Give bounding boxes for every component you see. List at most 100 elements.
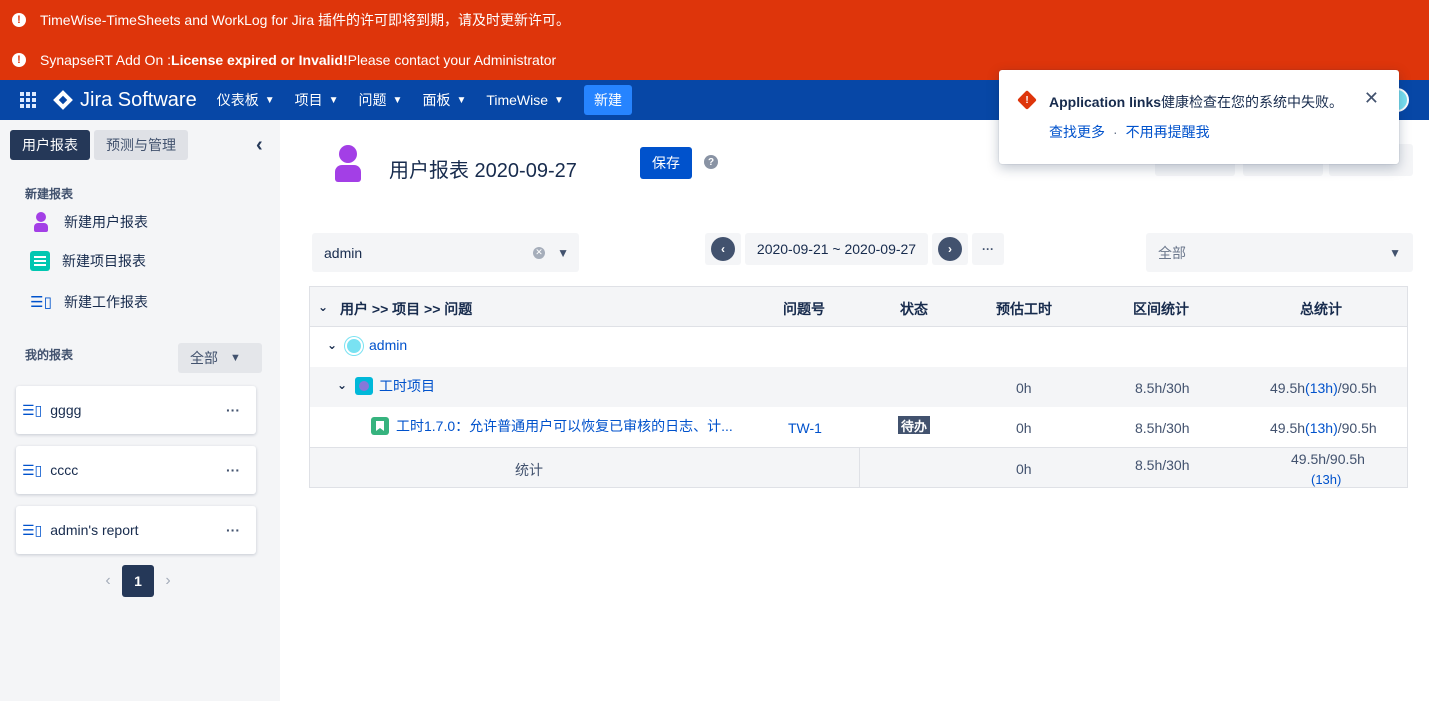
total-sum-range[interactable]: (13h) xyxy=(1311,472,1341,487)
header-total: 总统计 xyxy=(1300,301,1342,317)
user-name[interactable]: admin xyxy=(369,337,407,353)
work-report-icon: ☰▯ xyxy=(22,461,43,478)
report-card[interactable]: ☰▯ admin's report ··· xyxy=(16,506,256,554)
nav-label: 项目 xyxy=(294,92,323,108)
separator: · xyxy=(1113,124,1118,140)
find-more-link[interactable]: 查找更多 xyxy=(1049,122,1105,142)
total-range-link[interactable]: (13h) xyxy=(1305,420,1338,436)
user-select[interactable]: admin ✕ ▼ xyxy=(312,233,579,272)
collapse-all-icon[interactable]: ⌄ xyxy=(318,300,328,314)
banner-prefix: SynapseRT Add On : xyxy=(40,52,172,68)
new-work-report[interactable]: ☰▯ 新建工作报表 xyxy=(30,291,148,313)
tab-forecast-management[interactable]: 预测与管理 xyxy=(94,130,188,160)
new-report-title: 新建报表 xyxy=(25,187,74,201)
project-avatar xyxy=(355,377,373,395)
current-page[interactable]: 1 xyxy=(122,565,154,597)
chevron-left-icon[interactable]: ‹ xyxy=(711,237,735,261)
project-range: 8.5h/30h xyxy=(1135,380,1190,396)
chevron-down-icon: ▼ xyxy=(392,94,403,106)
chevron-down-icon: ▼ xyxy=(456,94,467,106)
new-project-report[interactable]: 新建项目报表 xyxy=(30,251,146,271)
nav-dashboards[interactable]: 仪表板 ▼ xyxy=(217,90,275,110)
total-range-link[interactable]: (13h) xyxy=(1305,380,1338,396)
nav-timewise[interactable]: TimeWise ▼ xyxy=(486,92,564,108)
nav-boards[interactable]: 面板 ▼ xyxy=(422,90,466,110)
clear-icon[interactable]: ✕ xyxy=(533,246,545,259)
sidebar-tabs: 用户报表 预测与管理 xyxy=(10,130,192,160)
tab-user-report[interactable]: 用户报表 xyxy=(10,130,90,160)
jira-logo[interactable]: Jira Software xyxy=(53,89,197,112)
sidebar: 用户报表 预测与管理 ‹ 新建报表 新建用户报表 新建项目报表 ☰▯ 新建工作报… xyxy=(0,120,280,701)
scope-select[interactable]: 全部 ▼ xyxy=(1146,233,1413,272)
flag-title-bold: Application links xyxy=(1049,94,1162,110)
report-card[interactable]: ☰▯ gggg ··· xyxy=(16,386,256,434)
collapse-sidebar-icon[interactable]: ‹ xyxy=(256,134,263,157)
project-total: 49.5h(13h)/90.5h xyxy=(1270,380,1377,396)
pagination: ‹ 1 › xyxy=(96,565,180,597)
divider xyxy=(859,448,860,488)
page-title: 用户报表 2020-09-27 xyxy=(389,160,577,182)
issue-estimate: 0h xyxy=(1016,420,1032,436)
table-header: ⌄ 用户 >> 项目 >> 问题 问题号 状态 预估工时 区间统计 总统计 xyxy=(310,287,1407,327)
total-sum: 49.5h/90.5h xyxy=(1291,451,1365,467)
save-button[interactable]: 保存 xyxy=(640,147,692,179)
banner-bold: License expired or Invalid! xyxy=(171,52,348,68)
chevron-down-icon: ▼ xyxy=(554,94,564,106)
prev-page-icon[interactable]: ‹ xyxy=(96,572,120,590)
issue-summary[interactable]: 工时1.7.0：允许普通用户可以恢复已审核的日志、计... xyxy=(396,416,733,436)
create-button[interactable]: 新建 xyxy=(583,85,632,115)
app-switcher-icon[interactable] xyxy=(20,92,36,108)
report-name: admin's report xyxy=(50,522,139,538)
chevron-right-icon[interactable]: › xyxy=(938,237,962,261)
chevron-down-icon[interactable]: ⌄ xyxy=(327,338,337,352)
project-report-icon xyxy=(30,251,50,271)
work-report-icon: ☰▯ xyxy=(30,294,52,311)
chevron-down-icon: ▼ xyxy=(328,94,339,106)
flag-title-rest: 健康检查在您的系统中失败。 xyxy=(1161,94,1344,110)
close-icon[interactable]: ✕ xyxy=(1364,88,1379,109)
nav-issues[interactable]: 问题 ▼ xyxy=(359,90,403,110)
total-value: 49.5h xyxy=(1270,380,1306,396)
total-max: /90.5h xyxy=(1337,380,1377,396)
table-row-user: ⌄ admin xyxy=(310,327,1407,367)
work-report-icon: ☰▯ xyxy=(22,521,43,538)
chevron-down-icon[interactable]: ⌄ xyxy=(337,378,347,392)
nav-projects[interactable]: 项目 ▼ xyxy=(295,90,339,110)
header-status: 状态 xyxy=(900,301,928,317)
nav-label: 仪表板 xyxy=(216,92,259,108)
dont-remind-link[interactable]: 不用再提醒我 xyxy=(1126,122,1210,142)
project-name[interactable]: 工时项目 xyxy=(379,376,435,396)
chevron-down-icon: ▼ xyxy=(557,245,569,260)
more-icon[interactable]: ··· xyxy=(226,462,240,478)
nav-label: TimeWise xyxy=(486,92,549,108)
next-page-icon[interactable]: › xyxy=(156,572,180,590)
status-badge: 待办 xyxy=(898,416,931,434)
error-mark: ! xyxy=(1025,94,1029,106)
report-card[interactable]: ☰▯ cccc ··· xyxy=(16,446,256,494)
user-report-icon xyxy=(30,211,52,233)
new-user-report[interactable]: 新建用户报表 xyxy=(30,211,148,233)
issue-total: 49.5h(13h)/90.5h xyxy=(1270,420,1377,436)
more-icon[interactable]: ··· xyxy=(226,402,240,418)
new-project-report-label: 新建项目报表 xyxy=(62,253,146,269)
my-reports-filter[interactable]: 全部 ▼ xyxy=(178,343,262,373)
banner-text: TimeWise-TimeSheets and WorkLog for Jira… xyxy=(40,12,571,28)
table-row-issue: 工时1.7.0：允许普通用户可以恢复已审核的日志、计... TW-1 待办 0h… xyxy=(310,407,1407,447)
flag-actions: 查找更多 · 不用再提醒我 xyxy=(1049,122,1210,142)
header-range: 区间统计 xyxy=(1133,301,1189,317)
total-max: /90.5h xyxy=(1337,420,1377,436)
header-issue-key: 问题号 xyxy=(783,301,825,317)
work-report-icon: ☰▯ xyxy=(22,401,43,418)
new-work-report-label: 新建工作报表 xyxy=(64,294,148,310)
health-check-flag: ! Application links健康检查在您的系统中失败。 ✕ 查找更多 … xyxy=(999,70,1399,164)
date-range[interactable]: 2020-09-21 ~ 2020-09-27 xyxy=(745,233,928,265)
date-more-button[interactable]: ··· xyxy=(972,233,1004,265)
total-range: 8.5h/30h xyxy=(1135,457,1190,473)
help-icon[interactable]: ? xyxy=(704,155,718,169)
more-icon[interactable]: ··· xyxy=(226,522,240,538)
table-row-total: 统计 0h 8.5h/30h 49.5h/90.5h (13h) xyxy=(310,447,1407,488)
warning-icon: ! xyxy=(12,13,26,27)
warning-icon: ! xyxy=(12,53,26,67)
issue-key[interactable]: TW-1 xyxy=(788,420,822,436)
table-row-project: ⌄ 工时项目 0h 8.5h/30h 49.5h(13h)/90.5h xyxy=(310,367,1407,407)
